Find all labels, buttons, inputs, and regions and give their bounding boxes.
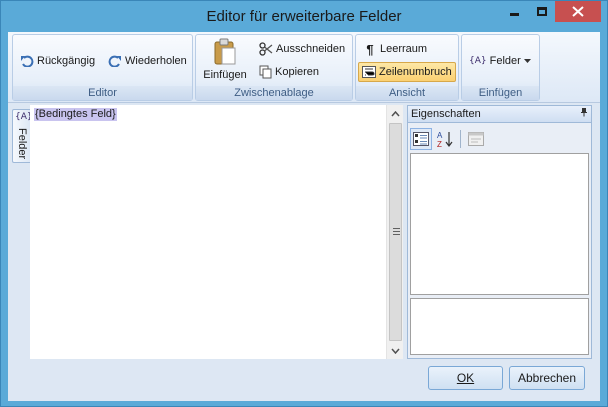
group-label-editor: Editor xyxy=(13,86,192,100)
property-pages-icon xyxy=(468,132,484,146)
redo-label: Wiederholen xyxy=(125,55,187,67)
ribbon-group-view: ¶ Leerraum Zeilenumbruch Ansicht xyxy=(355,34,459,101)
grip-icon xyxy=(393,228,400,235)
dropdown-arrow-icon xyxy=(523,59,531,63)
whitespace-button[interactable]: ¶ Leerraum xyxy=(360,39,430,59)
paste-button[interactable]: Einfügen xyxy=(199,38,251,84)
fields-label: Felder xyxy=(489,55,521,67)
categorized-view-button[interactable] xyxy=(410,128,432,150)
alphabetical-sort-button[interactable]: A Z xyxy=(434,128,456,150)
paste-icon xyxy=(214,38,236,65)
properties-header: Eigenschaften xyxy=(408,106,591,123)
copy-label: Kopieren xyxy=(275,66,320,78)
redo-icon xyxy=(108,55,122,67)
close-button[interactable] xyxy=(555,1,601,22)
fields-side-tab[interactable]: {A} Felder xyxy=(12,109,33,163)
conditional-field-token[interactable]: {Bedingtes Feld} xyxy=(34,108,117,121)
close-icon xyxy=(572,6,584,17)
maximize-icon xyxy=(536,7,547,16)
chevron-up-icon xyxy=(391,110,400,116)
group-label-clipboard: Zwischenablage xyxy=(196,86,352,100)
ok-label: OK xyxy=(456,371,475,385)
ok-button[interactable]: OK xyxy=(428,366,503,390)
categorized-icon xyxy=(413,132,429,146)
maximize-button[interactable] xyxy=(528,1,555,22)
ribbon-group-editor: Rückgängig Wiederholen Editor xyxy=(12,34,193,101)
minimize-button[interactable] xyxy=(500,1,528,22)
whitespace-label: Leerraum xyxy=(380,43,428,55)
undo-label: Rückgängig xyxy=(37,55,96,67)
svg-text:Z: Z xyxy=(437,140,442,148)
redo-button[interactable]: Wiederholen xyxy=(105,51,190,71)
chevron-down-icon xyxy=(391,348,400,354)
paste-label: Einfügen xyxy=(203,69,247,81)
cancel-button[interactable]: Abbrechen xyxy=(509,366,585,390)
properties-panel: Eigenschaften A Z xyxy=(407,105,592,359)
sort-az-icon: A Z xyxy=(437,131,453,148)
wordwrap-icon xyxy=(362,66,376,78)
copy-icon xyxy=(259,65,272,79)
undo-icon xyxy=(20,55,34,67)
wordwrap-label: Zeilenumbruch xyxy=(379,66,452,78)
title-bar[interactable]: Editor für erweiterbare Felder xyxy=(1,1,607,32)
fields-dropdown-button[interactable]: {A} Felder xyxy=(466,51,534,71)
scissors-icon xyxy=(259,42,273,56)
editor-vertical-scrollbar[interactable] xyxy=(386,105,403,359)
pin-icon[interactable] xyxy=(580,106,588,123)
wordwrap-button[interactable]: Zeilenumbruch xyxy=(358,62,456,82)
group-label-insert: Einfügen xyxy=(462,86,539,100)
copy-button[interactable]: Kopieren xyxy=(256,62,322,82)
svg-text:A: A xyxy=(437,131,443,140)
scroll-thumb[interactable] xyxy=(389,123,402,341)
dialog-window: Editor für erweiterbare Felder Rückgängi… xyxy=(0,0,608,407)
client-area: Rückgängig Wiederholen Editor Einfügen A… xyxy=(8,32,600,401)
cancel-label: Abbrechen xyxy=(517,371,577,385)
scroll-up-arrow[interactable] xyxy=(387,105,404,122)
ribbon: Rückgängig Wiederholen Editor Einfügen A… xyxy=(8,32,600,103)
group-label-view: Ansicht xyxy=(356,86,458,100)
toolbar-separator xyxy=(460,130,461,148)
properties-toolbar: A Z xyxy=(410,127,590,151)
ribbon-group-insert: {A} Felder Einfügen xyxy=(461,34,540,101)
field-braces-icon: {A} xyxy=(469,56,487,66)
pilcrow-icon: ¶ xyxy=(366,41,374,57)
ribbon-group-clipboard: Einfügen Ausschneiden Kopieren Zwischena… xyxy=(195,34,353,101)
property-grid[interactable] xyxy=(410,153,589,295)
property-description xyxy=(410,298,589,355)
scroll-down-arrow[interactable] xyxy=(387,342,404,359)
expression-editor[interactable]: {Bedingtes Feld} xyxy=(30,105,386,359)
field-braces-icon: {A} xyxy=(15,112,33,122)
cut-button[interactable]: Ausschneiden xyxy=(256,39,348,59)
undo-button[interactable]: Rückgängig xyxy=(17,51,98,71)
property-pages-button[interactable] xyxy=(465,128,487,150)
fields-side-tab-label: Felder xyxy=(16,128,28,160)
minimize-icon xyxy=(509,13,519,16)
properties-title: Eigenschaften xyxy=(411,108,481,120)
cut-label: Ausschneiden xyxy=(276,43,346,55)
